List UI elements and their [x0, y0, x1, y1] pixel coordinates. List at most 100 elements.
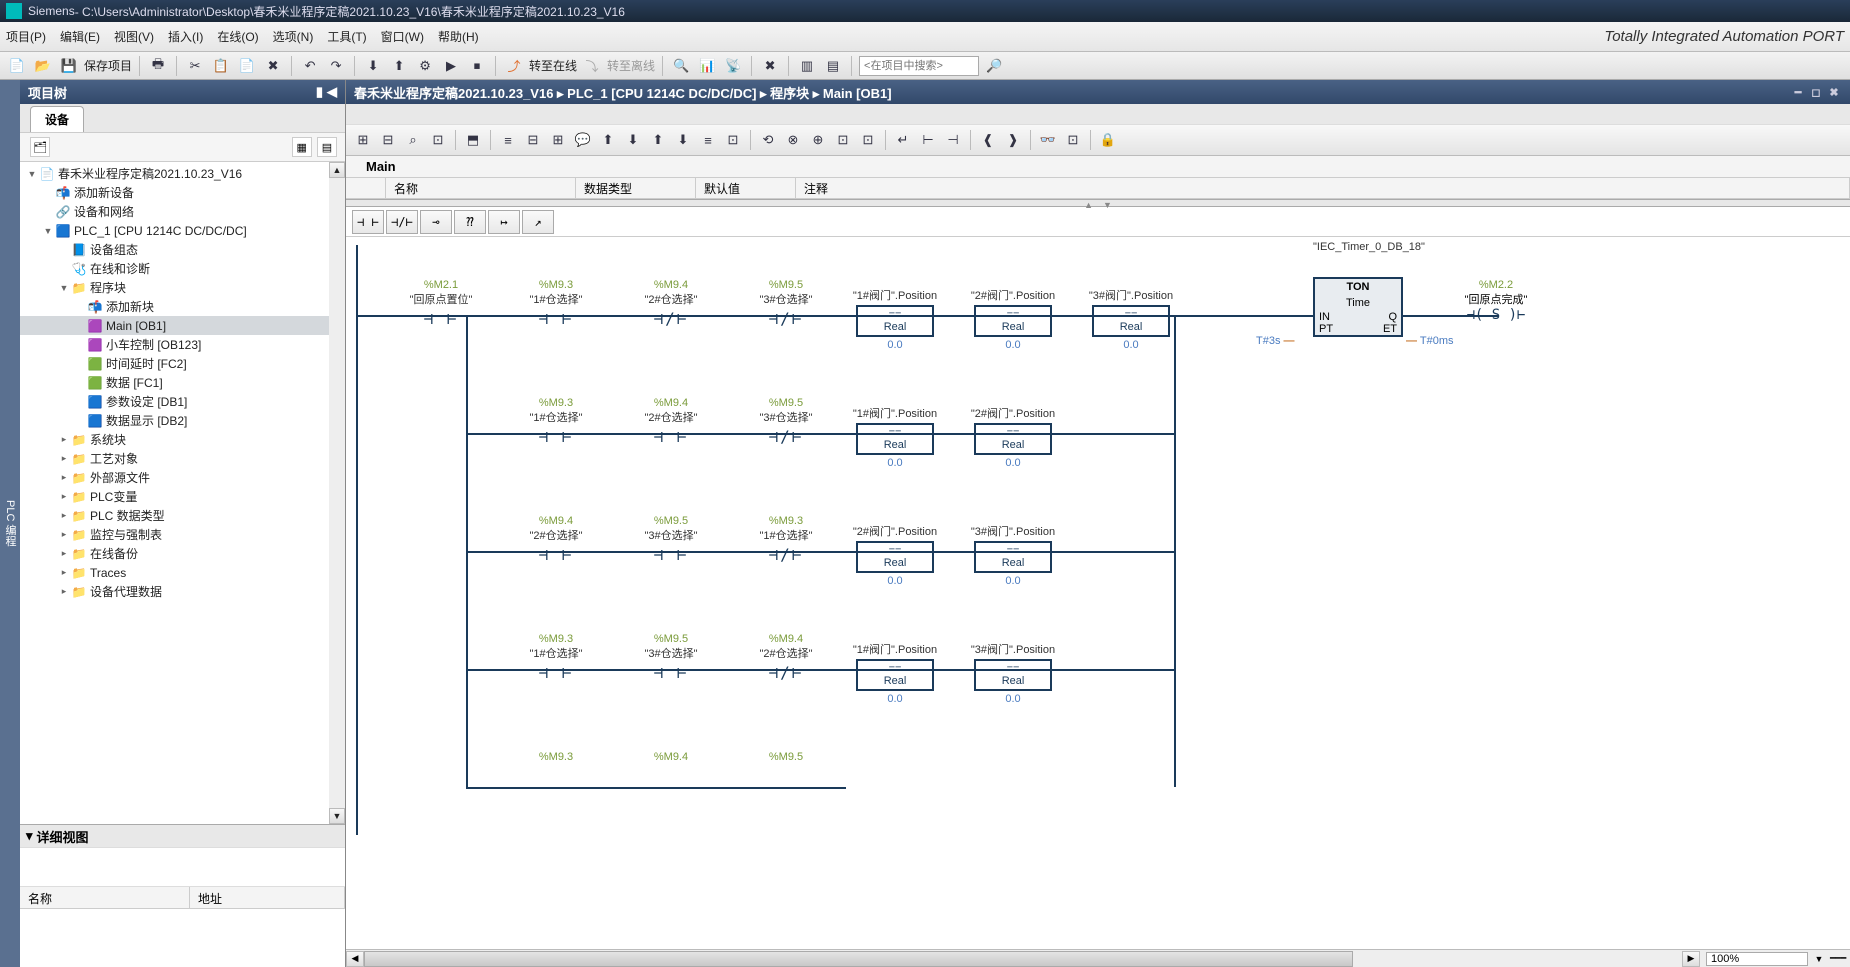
zoom-dropdown-icon[interactable]: ▼	[1812, 954, 1826, 964]
editor-hscrollbar[interactable]: ◀ ▶ 100% ▼ ━━━	[346, 949, 1850, 967]
tree-node[interactable]: 🟩数据 [FC1]	[20, 373, 345, 392]
maximize-icon[interactable]: ◻	[1808, 84, 1824, 100]
ladder-compare[interactable]: "2#阀门".Position==Real0.0	[954, 405, 1072, 469]
hide-icon[interactable]: ◀	[327, 84, 337, 100]
tree-node[interactable]: ▸📁PLC 数据类型	[20, 506, 345, 525]
ed-btn-12[interactable]: ⬆	[647, 129, 669, 151]
tree-node[interactable]: 📬添加新块	[20, 297, 345, 316]
go-offline-icon[interactable]: ⤵	[581, 55, 603, 77]
tree-toggle-icon[interactable]: ▸	[58, 472, 70, 483]
scroll-up-icon[interactable]: ▲	[329, 162, 345, 178]
ed-btn-24[interactable]: ❰	[977, 129, 999, 151]
go-online-icon[interactable]: ⤴	[503, 55, 525, 77]
go-online-label[interactable]: 转至在线	[529, 57, 577, 74]
ladder-contact[interactable]: %M9.4	[616, 751, 726, 765]
menu-item[interactable]: 窗口(W)	[381, 28, 424, 45]
detail-view-header[interactable]: ▾ 详细视图	[20, 825, 345, 847]
tree-node[interactable]: ▼📄春禾米业程序定稿2021.10.23_V16	[20, 164, 345, 183]
tree-toggle-icon[interactable]: ▸	[58, 567, 70, 578]
tree-view-icon[interactable]: 🗂	[30, 137, 50, 157]
ed-btn-17[interactable]: ⊗	[782, 129, 804, 151]
ladder-compare[interactable]: "3#阀门".Position==Real0.0	[954, 523, 1072, 587]
tree-list-icon[interactable]: ▤	[317, 137, 337, 157]
ladder-contact[interactable]: %M9.5	[731, 751, 841, 765]
tree-node[interactable]: 🟦数据显示 [DB2]	[20, 411, 345, 430]
tree-node[interactable]: 📘设备组态	[20, 240, 345, 259]
tree-toggle-icon[interactable]: ▼	[42, 226, 54, 236]
instruction-button[interactable]: ⊣ ⊢	[352, 210, 384, 234]
ed-btn-8[interactable]: ⊞	[547, 129, 569, 151]
ladder-contact[interactable]: %M9.3"1#仓选择"⊣ ⊢	[501, 279, 611, 328]
ladder-contact[interactable]: %M9.4"2#仓选择"⊣/⊢	[616, 279, 726, 328]
tree-node[interactable]: ▸📁设备代理数据	[20, 582, 345, 601]
ladder-contact[interactable]: %M9.5"3#仓选择"⊣/⊢	[731, 279, 841, 328]
ed-btn-23[interactable]: ⊣	[942, 129, 964, 151]
zoom-value[interactable]: 100%	[1706, 952, 1808, 966]
ed-btn-15[interactable]: ⊡	[722, 129, 744, 151]
tree-toggle-icon[interactable]: ▸	[58, 453, 70, 464]
expand-icon[interactable]: ▾	[26, 828, 33, 844]
ed-btn-9[interactable]: 💬	[572, 129, 594, 151]
project-search-input[interactable]	[859, 56, 979, 76]
ed-btn-10[interactable]: ⬆	[597, 129, 619, 151]
tree-node[interactable]: ▼🟦PLC_1 [CPU 1214C DC/DC/DC]	[20, 221, 345, 240]
menu-item[interactable]: 插入(I)	[168, 28, 203, 45]
ladder-compare[interactable]: "2#阀门".Position==Real0.0	[836, 523, 954, 587]
new-project-icon[interactable]: 📄	[6, 55, 28, 77]
ed-btn-16[interactable]: ⟲	[757, 129, 779, 151]
scroll-thumb[interactable]	[364, 951, 1353, 967]
tree-node[interactable]: ▸📁在线备份	[20, 544, 345, 563]
ed-btn-5[interactable]: ⬒	[462, 129, 484, 151]
menu-item[interactable]: 工具(T)	[327, 28, 366, 45]
print-icon[interactable]: 🖶	[147, 55, 169, 77]
instruction-button[interactable]: ↦	[488, 210, 520, 234]
ladder-coil[interactable]: %M2.2"回原点完成"⊣( S )⊢	[1441, 279, 1551, 323]
tree-node[interactable]: 🟪Main [OB1]	[20, 316, 345, 335]
tab-devices[interactable]: 设备	[30, 106, 84, 132]
tree-node[interactable]: 🟪小车控制 [OB123]	[20, 335, 345, 354]
search-go-icon[interactable]: 🔎	[983, 55, 1005, 77]
ladder-contact[interactable]: %M9.3"1#仓选择"⊣/⊢	[731, 515, 841, 564]
ed-btn-25[interactable]: ❱	[1002, 129, 1024, 151]
start-icon[interactable]: ▶	[440, 55, 462, 77]
ed-btn-4[interactable]: ⊡	[427, 129, 449, 151]
ladder-contact[interactable]: %M9.5"3#仓选择"⊣/⊢	[731, 397, 841, 446]
tree-toggle-icon[interactable]: ▸	[58, 434, 70, 445]
ed-btn-6[interactable]: ≡	[497, 129, 519, 151]
ed-btn-18[interactable]: ⊕	[807, 129, 829, 151]
ladder-compare[interactable]: "1#阀门".Position==Real0.0	[836, 641, 954, 705]
tree-node[interactable]: ▸📁监控与强制表	[20, 525, 345, 544]
close-icon[interactable]: ✖	[759, 55, 781, 77]
tree-node[interactable]: 🩺在线和诊断	[20, 259, 345, 278]
ed-btn-22[interactable]: ⊢	[917, 129, 939, 151]
split-h-icon[interactable]: ▥	[796, 55, 818, 77]
ladder-editor[interactable]: %M2.1"回原点置位"⊣ ⊢%M9.3"1#仓选择"⊣ ⊢%M9.4"2#仓选…	[346, 237, 1850, 949]
tree-scrollbar[interactable]: ▲ ▼	[329, 162, 345, 824]
tree-toggle-icon[interactable]: ▼	[58, 283, 70, 293]
tree-toggle-icon[interactable]: ▸	[58, 548, 70, 559]
ladder-contact[interactable]: %M9.4"2#仓选择"⊣ ⊢	[616, 397, 726, 446]
copy-icon[interactable]: 📋	[210, 55, 232, 77]
ed-btn-14[interactable]: ≡	[697, 129, 719, 151]
tree-node[interactable]: ▸📁系统块	[20, 430, 345, 449]
instruction-button[interactable]: ↗	[522, 210, 554, 234]
ladder-contact[interactable]: %M9.3"1#仓选择"⊣ ⊢	[501, 397, 611, 446]
tree-node[interactable]: 🟩时间延时 [FC2]	[20, 354, 345, 373]
compile-icon[interactable]: ⚙	[414, 55, 436, 77]
tree-toggle-icon[interactable]: ▸	[58, 510, 70, 521]
ladder-contact[interactable]: %M9.4"2#仓选择"⊣ ⊢	[501, 515, 611, 564]
delete-icon[interactable]: ✖	[262, 55, 284, 77]
tree-toggle-icon[interactable]: ▸	[58, 529, 70, 540]
left-strip-tab[interactable]: PLC 编程	[0, 80, 20, 967]
tree-toggle-icon[interactable]: ▸	[58, 491, 70, 502]
ed-btn-28[interactable]: 🔒	[1097, 129, 1119, 151]
ed-btn-26[interactable]: 👓	[1037, 129, 1059, 151]
ed-btn-11[interactable]: ⬇	[622, 129, 644, 151]
tree-toggle-icon[interactable]: ▼	[26, 169, 38, 179]
open-project-icon[interactable]: 📂	[32, 55, 54, 77]
ladder-contact[interactable]: %M9.4"2#仓选择"⊣/⊢	[731, 633, 841, 682]
close-editor-icon[interactable]: ✖	[1826, 84, 1842, 100]
menu-item[interactable]: 视图(V)	[114, 28, 154, 45]
instruction-button[interactable]: ⊣/⊢	[386, 210, 418, 234]
interface-divider[interactable]: ▲▼	[346, 199, 1850, 207]
